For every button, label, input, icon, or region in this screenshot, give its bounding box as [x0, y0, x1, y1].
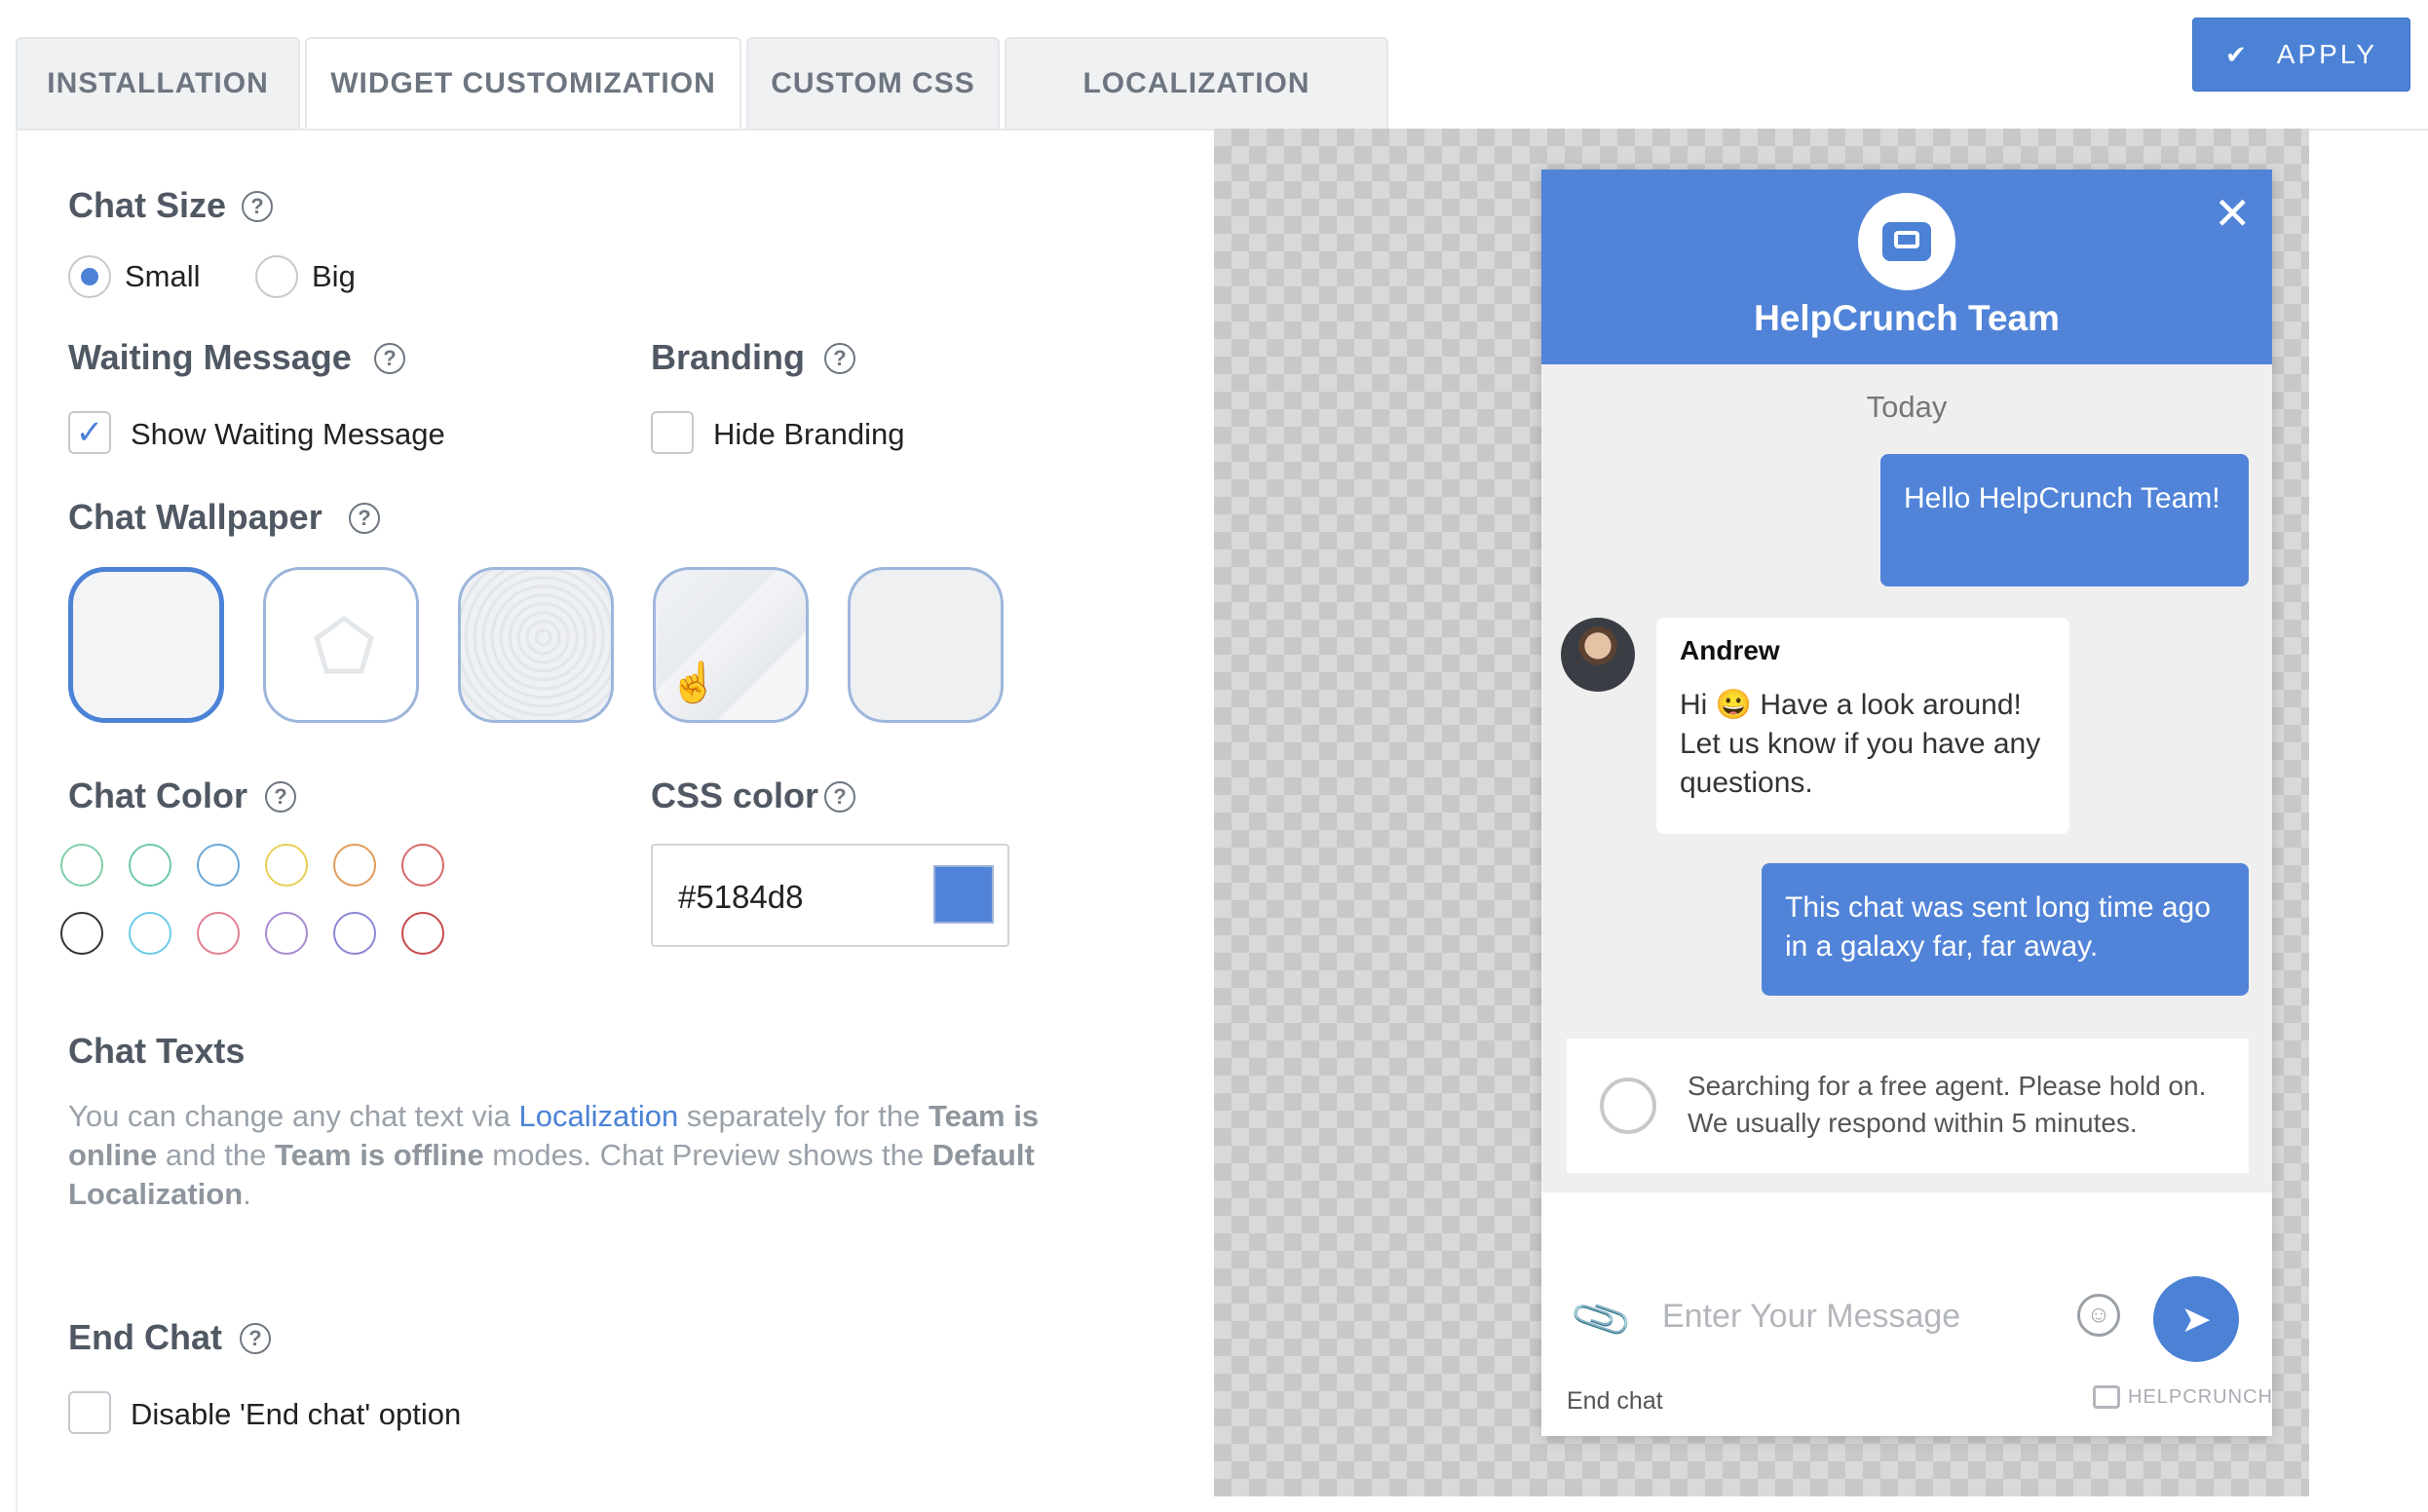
widget-header: ✕ HelpCrunch Team: [1541, 170, 2272, 364]
text-part: modes. Chat Preview shows the: [483, 1138, 932, 1172]
color-swatch[interactable]: [333, 912, 376, 955]
hide-branding-checkbox[interactable]: [651, 411, 694, 454]
tab-localization[interactable]: LOCALIZATION: [1005, 37, 1388, 129]
searching-line: Searching for a free agent. Please hold …: [1688, 1071, 2207, 1101]
chat-texts-description: You can change any chat text via Localiz…: [68, 1097, 1043, 1214]
text-part: separately for the: [678, 1099, 929, 1133]
disable-end-chat-checkbox[interactable]: [68, 1391, 111, 1434]
avatar: [1561, 618, 1635, 692]
tab-installation[interactable]: INSTALLATION: [16, 37, 300, 129]
wallpaper-option-floral[interactable]: [458, 567, 614, 723]
size-big-label: Big: [312, 259, 356, 293]
color-swatch[interactable]: [60, 912, 103, 955]
chat-color-title: Chat Color: [68, 775, 247, 815]
chat-widget-preview: ✕ HelpCrunch Team Today Hello HelpCrunch…: [1541, 170, 2272, 1436]
message-composer: 📎 Enter Your Message ☺ ➤ End chat HELPCR…: [1541, 1192, 2272, 1436]
localization-link[interactable]: Localization: [518, 1099, 678, 1133]
css-color-value: #5184d8: [678, 879, 804, 915]
chat-texts-title: Chat Texts: [68, 1031, 246, 1071]
helpcrunch-branding: HELPCRUNCH: [2093, 1385, 2272, 1409]
color-swatch[interactable]: [129, 844, 171, 887]
help-icon[interactable]: ?: [242, 191, 273, 222]
tab-widget-customization[interactable]: WIDGET CUSTOMIZATION: [305, 37, 741, 129]
tab-custom-css[interactable]: CUSTOM CSS: [746, 37, 1000, 129]
tab-bar: INSTALLATION WIDGET CUSTOMIZATION CUSTOM…: [16, 37, 1393, 129]
end-chat-link[interactable]: End chat: [1567, 1387, 1663, 1416]
agent-name: Andrew: [1680, 635, 1780, 665]
help-icon[interactable]: ?: [824, 343, 855, 374]
chat-wallpaper-title: Chat Wallpaper: [68, 497, 322, 537]
color-swatch[interactable]: [197, 844, 240, 887]
panel-border: [16, 129, 18, 1512]
help-icon[interactable]: ?: [349, 503, 380, 534]
pentagon-icon: [314, 615, 374, 674]
wallpaper-option-plain[interactable]: [68, 567, 224, 723]
show-waiting-label: Show Waiting Message: [131, 417, 445, 451]
send-button[interactable]: ➤: [2153, 1276, 2239, 1362]
color-swatch[interactable]: [197, 912, 240, 955]
searching-text: Searching for a free agent. Please hold …: [1688, 1068, 2206, 1142]
css-color-input[interactable]: #5184d8: [651, 844, 1009, 947]
color-swatch[interactable]: [265, 912, 308, 955]
color-swatch[interactable]: [129, 912, 171, 955]
searching-agent-notice: Searching for a free agent. Please hold …: [1567, 1039, 2249, 1173]
disable-end-chat-label: Disable 'End chat' option: [131, 1397, 462, 1431]
help-icon[interactable]: ?: [374, 343, 405, 374]
day-separator: Today: [1866, 390, 1948, 424]
chat-size-title: Chat Size: [68, 185, 227, 225]
size-small-radio[interactable]: [68, 255, 111, 298]
check-icon: ✔: [2225, 39, 2250, 69]
agent-message-text: Hi 😀 Have a look around! Let us know if …: [1680, 689, 2041, 799]
emoji-icon[interactable]: ☺: [2077, 1294, 2120, 1337]
color-swatch[interactable]: [401, 844, 444, 887]
text-part: .: [243, 1177, 251, 1211]
wallpaper-option-pentagon[interactable]: [263, 567, 419, 723]
css-color-title: CSS color: [651, 775, 819, 815]
color-preview-swatch[interactable]: [933, 865, 994, 924]
size-small-label: Small: [125, 259, 201, 293]
hide-branding-label: Hide Branding: [713, 417, 905, 451]
text-bold: Team is offline: [274, 1138, 484, 1172]
paperclip-icon[interactable]: 📎: [1568, 1286, 1636, 1353]
chat-logo-icon: [1858, 193, 1955, 290]
agent-message: Andrew Hi 😀 Have a look around! Let us k…: [1656, 618, 2069, 834]
size-big-radio[interactable]: [255, 255, 298, 298]
color-swatch[interactable]: [333, 844, 376, 887]
text-part: and the: [157, 1138, 275, 1172]
widget-title: HelpCrunch Team: [1754, 298, 2060, 338]
wallpaper-option-gray[interactable]: [848, 567, 1004, 723]
hand-cursor-icon: ☝: [669, 662, 718, 704]
message-input[interactable]: Enter Your Message: [1662, 1298, 1960, 1336]
waiting-message-title: Waiting Message: [68, 337, 352, 377]
apply-button[interactable]: ✔ APPLY: [2192, 18, 2410, 92]
branding-title: Branding: [651, 337, 805, 377]
color-swatch[interactable]: [60, 844, 103, 887]
searching-line: We usually respond within 5 minutes.: [1688, 1108, 2138, 1138]
end-chat-title: End Chat: [68, 1317, 222, 1357]
wallpaper-option-geometric[interactable]: ☝: [653, 567, 809, 723]
user-message: Hello HelpCrunch Team!: [1880, 454, 2249, 586]
color-swatch[interactable]: [401, 912, 444, 955]
color-swatch[interactable]: [265, 844, 308, 887]
apply-label: APPLY: [2276, 39, 2377, 69]
text-part: You can change any chat text via: [68, 1099, 519, 1133]
help-icon[interactable]: ?: [265, 781, 296, 813]
help-icon[interactable]: ?: [240, 1323, 271, 1354]
show-waiting-checkbox[interactable]: ✓: [68, 411, 111, 454]
help-icon[interactable]: ?: [824, 781, 855, 813]
brand-text: HELPCRUNCH: [2128, 1385, 2272, 1408]
brand-logo-icon: [2093, 1385, 2120, 1409]
spinner-icon: [1600, 1077, 1656, 1134]
close-icon[interactable]: ✕: [2214, 191, 2252, 236]
user-message: This chat was sent long time ago in a ga…: [1762, 863, 2249, 996]
